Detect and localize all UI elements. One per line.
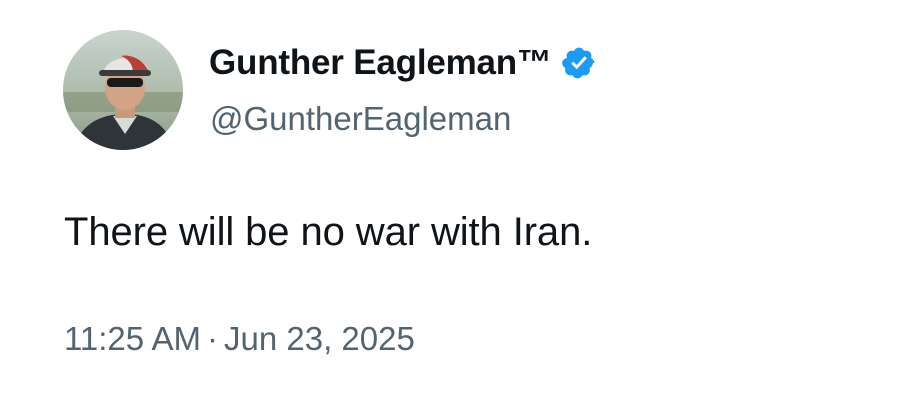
tweet-time[interactable]: 11:25 AM [64,320,201,357]
meta-separator: · [206,320,218,357]
tweet-meta: 11:25 AM · Jun 23, 2025 [64,320,415,358]
author-handle[interactable]: @GuntherEagleman [210,100,511,138]
tweet-text: There will be no war with Iran. [64,210,593,254]
tweet-date[interactable]: Jun 23, 2025 [224,320,415,357]
display-name-row: Gunther Eagleman™ [209,38,597,88]
display-name[interactable]: Gunther Eagleman™ [209,43,552,83]
tweet-card: Gunther Eagleman™ @GuntherEagleman There… [0,0,912,400]
verified-badge-icon[interactable] [561,45,597,81]
profile-photo-icon [63,30,183,150]
author-avatar[interactable] [63,30,183,150]
